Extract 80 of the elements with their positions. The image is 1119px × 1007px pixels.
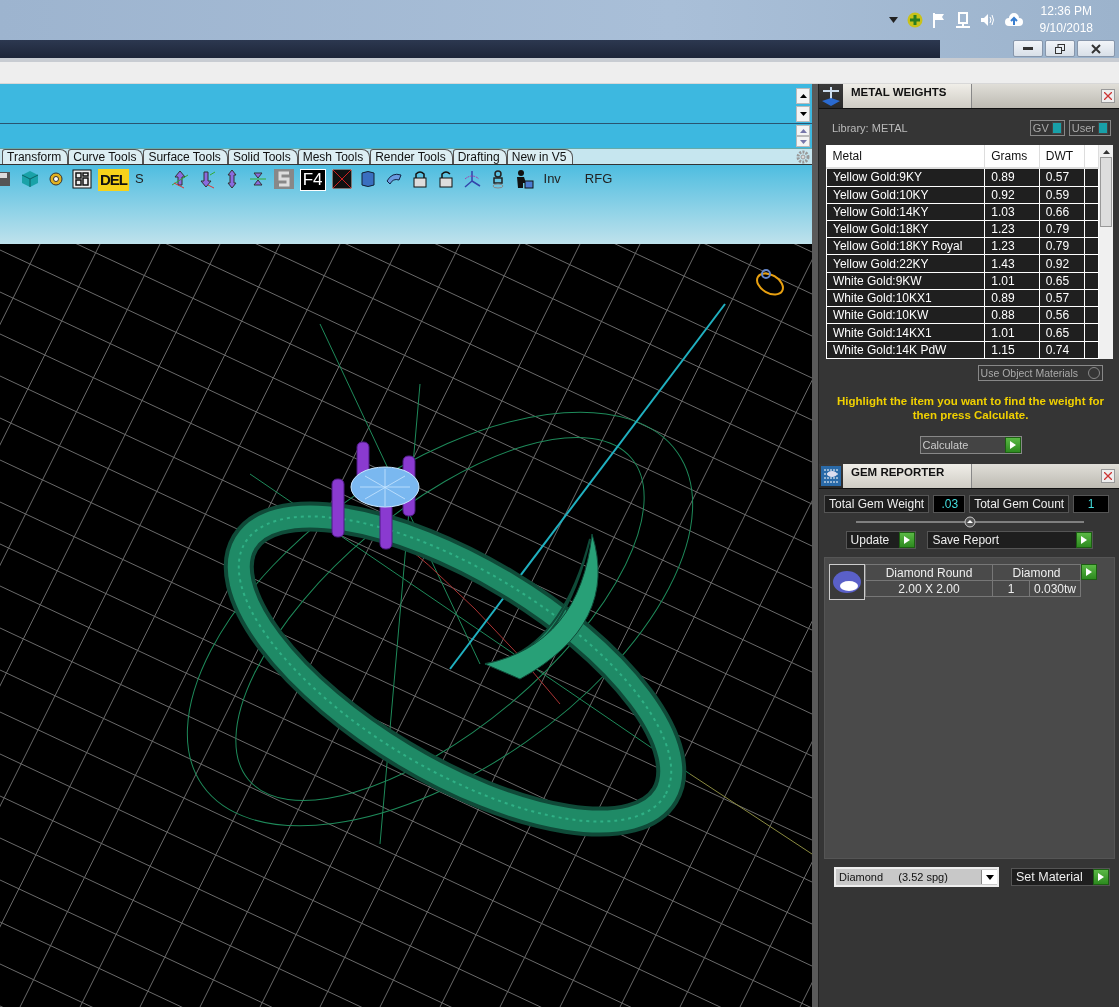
table-cell: 0.030tw <box>1029 580 1081 597</box>
up-arrow-icon <box>799 128 807 133</box>
total-count-value: 1 <box>1073 495 1110 513</box>
play-icon <box>1097 873 1104 881</box>
update-button[interactable]: Update <box>845 531 917 549</box>
down-arrow-icon <box>799 112 807 116</box>
close-button[interactable] <box>1077 40 1115 57</box>
cube-icon[interactable] <box>20 169 40 189</box>
toggle-label: GV <box>1032 122 1049 134</box>
toolbar-tab[interactable]: Curve Tools <box>68 149 144 164</box>
table-cell: 1 <box>992 580 1030 597</box>
restore-button[interactable] <box>1045 40 1075 57</box>
toolbar-text-button[interactable]: RFG <box>584 169 613 189</box>
total-weight-label: Total Gem Weight <box>824 495 930 513</box>
toolbar-tab[interactable]: Solid Tools <box>227 149 298 164</box>
column-header: DWT <box>1039 145 1085 169</box>
down-arrow-icon <box>799 139 807 144</box>
dropdown-arrow-icon[interactable] <box>888 17 898 23</box>
cloud-upload-icon[interactable] <box>1004 13 1023 27</box>
use-object-materials-toggle[interactable]: Use Object Materials <box>977 365 1103 381</box>
clock-date: 9/10/2018 <box>1039 20 1093 37</box>
plus-badge-icon[interactable] <box>906 12 923 28</box>
toggle-switch[interactable]: User <box>1068 120 1111 136</box>
toolbar-tab[interactable]: New in V5 <box>506 149 574 164</box>
material-dropdown[interactable]: Diamond (3.52 spg) <box>834 867 999 887</box>
panel-title: GEM REPORTER <box>843 464 972 488</box>
crosshair-tile-icon[interactable] <box>331 169 352 189</box>
play-button[interactable] <box>899 532 916 548</box>
panel-title: METAL WEIGHTS <box>843 84 972 108</box>
toolbar-tab[interactable]: Render Tools <box>370 149 453 164</box>
set-material-button[interactable]: Set Material <box>1011 868 1110 886</box>
toolbar-tab[interactable]: Mesh Tools <box>297 149 371 164</box>
play-button[interactable] <box>1004 437 1021 453</box>
dropdown-arrow-icon <box>985 874 994 880</box>
play-button[interactable] <box>1092 869 1109 885</box>
play-icon <box>1009 441 1016 449</box>
toolbar-tab[interactable]: Transform <box>2 149 69 164</box>
scroll-down-button[interactable] <box>796 106 810 122</box>
clock-time: 12:36 PM <box>1040 3 1092 20</box>
splitter-handle[interactable] <box>855 516 1084 528</box>
play-icon <box>904 536 911 544</box>
save-report-button[interactable]: Save Report <box>927 531 1094 549</box>
restore-icon <box>1055 43 1065 54</box>
f4-tool[interactable]: F4 <box>299 169 326 191</box>
details-button[interactable] <box>1081 564 1098 580</box>
inward-arrows-icon[interactable] <box>247 169 268 189</box>
toggle-label: User <box>1071 122 1095 134</box>
toolbar-text-button[interactable]: Inv <box>543 169 561 189</box>
gem-thumbnail-icon <box>829 564 865 600</box>
total-weight-value: .03 <box>933 495 966 513</box>
table-cell: Diamond <box>992 564 1081 581</box>
library-label: Library: METAL <box>831 122 908 134</box>
toolbar-text-button[interactable]: S <box>135 169 144 189</box>
table-cell: Diamond Round <box>865 564 993 581</box>
scroll-up-button[interactable] <box>796 88 810 104</box>
scale-icon <box>820 85 842 107</box>
up-arrow-icon <box>799 94 807 98</box>
minimize-button[interactable] <box>1013 40 1043 57</box>
calculate-button[interactable]: Calculate <box>919 436 1022 454</box>
close-icon <box>1091 43 1101 54</box>
toggle-switch[interactable]: GV <box>1029 120 1065 136</box>
column-header: Grams <box>984 145 1040 169</box>
toolbar-tab[interactable]: Drafting <box>452 149 507 164</box>
minimize-icon <box>1023 46 1033 51</box>
total-count-label: Total Gem Count <box>969 495 1070 513</box>
gem-list-icon <box>821 466 841 486</box>
up-arrow-icon[interactable] <box>169 169 190 189</box>
toolbar-tab[interactable]: Surface Tools <box>143 149 228 164</box>
delete-tool[interactable]: DEL <box>98 169 129 191</box>
table-cell: 2.00 X 2.00 <box>865 580 993 597</box>
grid-icon[interactable] <box>72 169 92 189</box>
ring-view-icon[interactable] <box>756 269 784 296</box>
letter-s-tile-icon[interactable] <box>273 169 294 189</box>
column-header: Metal <box>826 145 985 169</box>
up-arrow-icon <box>1102 149 1110 155</box>
play-button[interactable] <box>1076 532 1093 548</box>
play-icon <box>1086 568 1093 576</box>
instruction-text: Highlight the item you want to find the weight for then press Calculate. <box>835 394 1105 422</box>
play-icon <box>1081 536 1088 544</box>
scrollbar[interactable] <box>1099 145 1113 359</box>
